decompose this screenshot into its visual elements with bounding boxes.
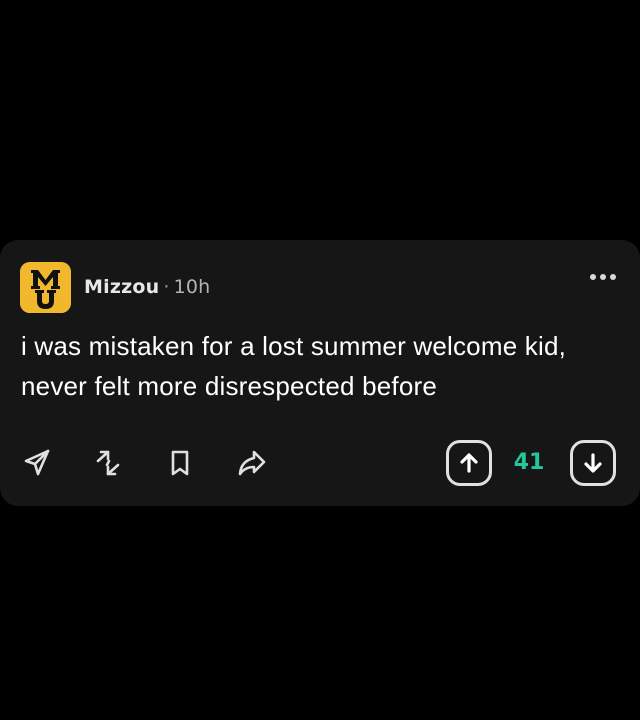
more-dot-icon [610, 274, 616, 280]
share-button[interactable] [234, 445, 270, 481]
community-avatar[interactable] [20, 262, 71, 313]
repost-button[interactable] [90, 445, 126, 481]
more-dot-icon [600, 274, 606, 280]
post-text: i was mistaken for a lost summer welcome… [21, 331, 567, 401]
repost-arrows-icon [96, 450, 120, 476]
share-arrow-icon [238, 450, 266, 476]
post-header: Mizzou · 10h [84, 274, 210, 300]
bookmark-icon [171, 450, 189, 476]
more-dot-icon [590, 274, 596, 280]
more-options-button[interactable] [582, 268, 624, 286]
post-time: 10h [173, 276, 211, 298]
meta-separator: · [163, 276, 170, 298]
upvote-button[interactable] [446, 440, 492, 486]
send-icon [24, 449, 50, 476]
arrow-down-icon [584, 453, 602, 473]
send-button[interactable] [19, 445, 55, 481]
mizzou-logo-icon [20, 262, 71, 313]
vote-count: 41 [513, 450, 545, 475]
community-name[interactable]: Mizzou [84, 276, 159, 298]
post-card[interactable]: Mizzou · 10h i was mistaken for a lost sum… [0, 240, 640, 506]
save-button[interactable] [162, 445, 198, 481]
downvote-button[interactable] [570, 440, 616, 486]
arrow-up-icon [460, 453, 478, 473]
